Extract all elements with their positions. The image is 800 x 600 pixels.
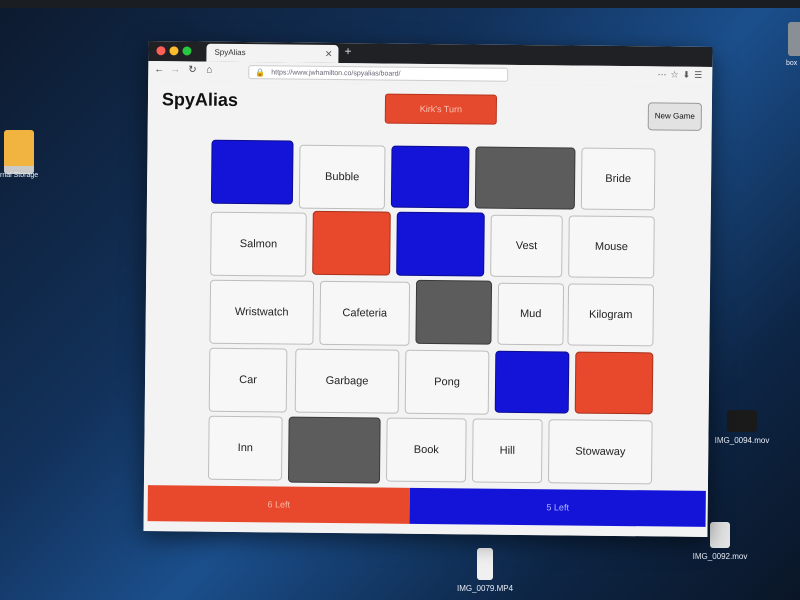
word-card-salmon[interactable]: Salmon <box>210 211 307 277</box>
word-card-bride[interactable]: Bride <box>580 147 656 211</box>
card-word: Cafeteria <box>342 307 388 320</box>
file-label-top-right: box <box>786 60 798 67</box>
card-word: Car <box>239 374 257 387</box>
new-game-button[interactable]: New Game <box>647 102 702 131</box>
blue-remaining: 5 Left <box>546 502 570 513</box>
card-word: Salmon <box>239 238 278 251</box>
word-card-garbage[interactable]: Garbage <box>294 348 400 414</box>
url-text: https://www.jwhamilton.co/spyalias/board… <box>271 69 401 78</box>
forward-icon[interactable]: → <box>170 64 180 75</box>
card-word: Kilogram <box>588 308 633 322</box>
card-word: Stowaway <box>575 445 626 459</box>
word-card-mud[interactable]: Mud <box>497 282 565 346</box>
revealed-card-gray[interactable] <box>415 279 493 345</box>
video-thumbnail <box>710 522 730 548</box>
card-word: Mud <box>519 307 542 321</box>
word-card-stowaway[interactable]: Stowaway <box>547 419 653 485</box>
revealed-card-blue[interactable] <box>390 145 470 209</box>
card-word: Bubble <box>324 170 360 184</box>
video-thumbnail <box>727 410 757 432</box>
card-word: Bride <box>605 172 632 186</box>
word-card-car[interactable]: Car <box>208 347 288 413</box>
red-score-bar: 6 Left <box>147 485 410 524</box>
toolbar-icons[interactable]: ⋯☆⬇☰ <box>658 69 707 81</box>
app-logo: SpyAlias <box>161 89 239 110</box>
card-word: Wristwatch <box>234 305 289 319</box>
revealed-card-red[interactable] <box>312 210 391 276</box>
revealed-card-red[interactable] <box>574 351 654 415</box>
card-word: Hill <box>499 444 516 457</box>
active-tab[interactable]: SpyAlias ✕ <box>206 43 339 64</box>
monitor-bezel <box>0 0 800 8</box>
card-word: Garbage <box>325 374 369 388</box>
word-card-vest[interactable]: Vest <box>490 214 563 278</box>
video-file-label: IMG_0079.MP4 <box>456 584 514 593</box>
revealed-card-blue[interactable] <box>210 139 294 205</box>
back-icon[interactable]: ← <box>154 64 164 75</box>
revealed-card-blue[interactable] <box>494 350 570 414</box>
file-icon-top-right[interactable] <box>788 22 800 56</box>
word-card-bubble[interactable]: Bubble <box>298 144 386 210</box>
video-file-mid[interactable]: IMG_0094.mov <box>712 410 772 445</box>
card-word: Mouse <box>594 240 629 254</box>
address-bar[interactable]: 🔒 https://www.jwhamilton.co/spyalias/boa… <box>248 65 509 82</box>
game-page: SpyAlias Kirk's Turn New Game Bubble Brid… <box>143 81 713 537</box>
word-card-kilogram[interactable]: Kilogram <box>567 283 655 347</box>
card-word: Book <box>413 443 439 457</box>
word-card-inn[interactable]: Inn <box>207 415 283 481</box>
browser-window: SpyAlias ✕ + ← → ↻ ⌂ 🔒 https://www.jwham… <box>143 41 713 537</box>
video-file-bottom[interactable]: IMG_0079.MP4 <box>452 548 518 593</box>
close-window-dot[interactable] <box>156 46 166 56</box>
lock-icon: 🔒 <box>255 68 266 78</box>
card-word: Pong <box>434 376 460 389</box>
revealed-card-gray[interactable] <box>474 146 576 210</box>
video-file-label: IMG_0094.mov <box>714 436 770 445</box>
video-file-label: IMG_0092.mov <box>692 552 748 561</box>
minimize-window-dot[interactable] <box>169 46 179 56</box>
zoom-window-dot[interactable] <box>182 46 192 56</box>
card-word: Vest <box>515 239 538 253</box>
external-storage-icon[interactable] <box>4 130 34 174</box>
word-card-hill[interactable]: Hill <box>471 418 543 484</box>
word-card-book[interactable]: Book <box>385 417 467 483</box>
revealed-card-gray[interactable] <box>287 416 381 484</box>
external-storage-label: rnal Storage <box>0 172 39 179</box>
reload-icon[interactable]: ↻ <box>188 64 197 75</box>
card-word: Inn <box>237 442 254 455</box>
new-tab-icon[interactable]: + <box>344 44 351 58</box>
red-remaining: 6 Left <box>267 499 291 510</box>
turn-indicator: Kirk's Turn <box>384 93 498 125</box>
blue-score-bar: 5 Left <box>409 487 706 527</box>
word-card-wristwatch[interactable]: Wristwatch <box>209 279 315 345</box>
home-icon[interactable]: ⌂ <box>206 65 212 76</box>
video-thumbnail <box>477 548 493 580</box>
revealed-card-blue[interactable] <box>396 211 485 277</box>
tab-close-icon[interactable]: ✕ <box>325 45 333 63</box>
word-card-pong[interactable]: Pong <box>404 349 490 415</box>
word-card-cafeteria[interactable]: Cafeteria <box>319 280 411 346</box>
tab-title: SpyAlias <box>214 47 246 58</box>
word-card-mouse[interactable]: Mouse <box>568 215 655 279</box>
